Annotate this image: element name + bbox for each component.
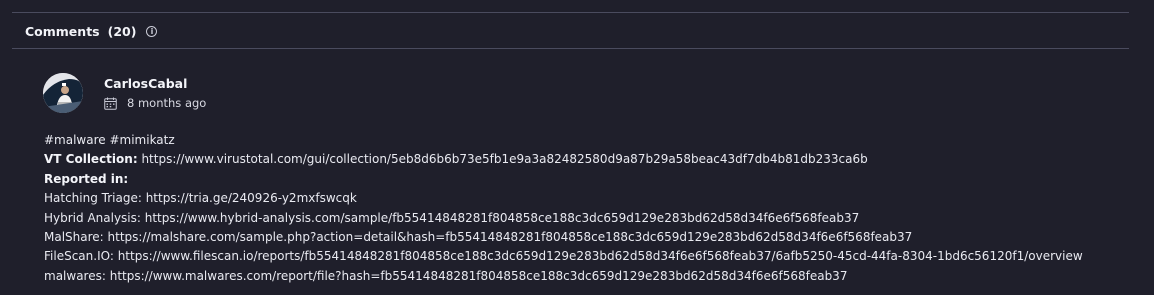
comment-author[interactable]: CarlosCabal xyxy=(104,76,187,91)
vt-collection-link[interactable]: https://www.virustotal.com/gui/collectio… xyxy=(138,152,867,166)
comment-timestamp: 8 months ago xyxy=(104,96,206,110)
report-hatching-triage[interactable]: Hatching Triage: https://tria.ge/240926-… xyxy=(44,189,1083,208)
report-malwares[interactable]: malwares: https://www.malwares.com/repor… xyxy=(44,267,1083,286)
comment-body: #malware #mimikatz VT Collection: https:… xyxy=(44,131,1083,286)
report-hybrid-analysis[interactable]: Hybrid Analysis: https://www.hybrid-anal… xyxy=(44,209,1083,228)
reported-in-label: Reported in: xyxy=(44,171,129,186)
header-divider xyxy=(12,48,1129,49)
calendar-icon xyxy=(104,97,117,110)
comments-count: (20) xyxy=(107,23,137,39)
timestamp-text: 8 months ago xyxy=(127,96,207,110)
top-divider xyxy=(12,12,1129,13)
info-icon[interactable]: i xyxy=(146,25,158,37)
vt-collection-line: VT Collection: https://www.virustotal.co… xyxy=(44,150,1083,169)
avatar[interactable] xyxy=(43,73,83,113)
comments-panel: Comments (20) i CarlosCabal 8 months ago… xyxy=(0,0,1154,295)
report-filescan[interactable]: FileScan.IO: https://www.filescan.io/rep… xyxy=(44,247,1083,266)
comments-title: Comments xyxy=(25,23,100,39)
vt-collection-label: VT Collection: xyxy=(44,152,138,167)
comment-tags: #malware #mimikatz xyxy=(44,133,175,147)
comments-header: Comments (20) i xyxy=(25,22,158,40)
report-malshare[interactable]: MalShare: https://malshare.com/sample.ph… xyxy=(44,228,1083,247)
